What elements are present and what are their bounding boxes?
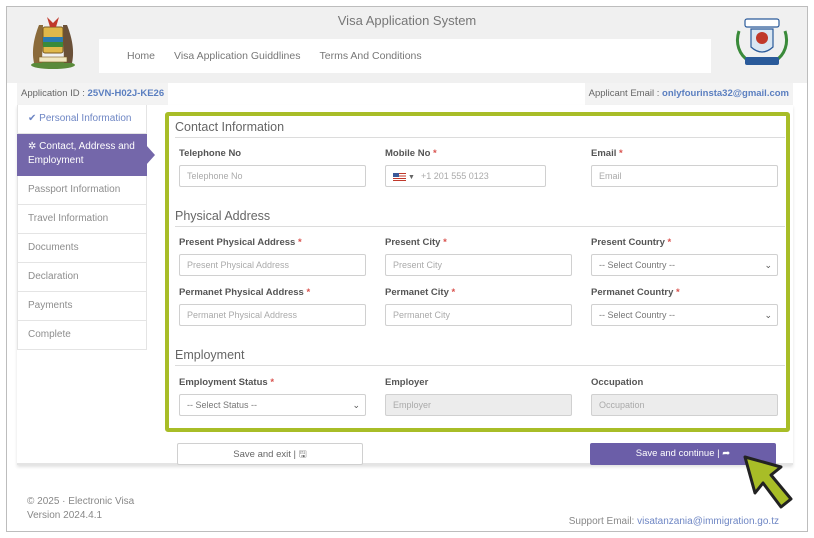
section-title-contact: Contact Information [175,120,785,138]
copyright-text: © 2025 · Electronic Visa [27,496,135,507]
sidebar-item-label: Personal Information [39,113,132,124]
section-title-employment: Employment [175,348,785,366]
application-id-label: Application ID : [21,88,85,99]
sidebar-item-complete[interactable]: Complete [17,321,147,350]
site-title: Visa Application System [337,13,477,28]
applicant-email-label: Applicant Email : [588,88,660,99]
permanent-address-label: Permanet Physical Address * [179,287,311,298]
support-email-link[interactable]: visatanzania@immigration.go.tz [637,516,779,527]
present-address-label: Present Physical Address * [179,237,302,248]
nav-terms[interactable]: Terms And Conditions [320,50,422,62]
permanent-city-input[interactable]: Permanet City [385,304,572,326]
steps-sidebar: ✔ Personal Information ✲ Contact, Addres… [17,105,155,350]
footer-copyright: © 2025 · Electronic Visa Version 2024.4.… [27,495,134,523]
employment-status-select[interactable]: -- Select Status -- ⌄ [179,394,366,416]
application-id-value: 25VN-H02J-KE26 [87,88,165,99]
arrow-pointer-icon [743,455,793,509]
application-info-bar: Application ID : 25VN-H02J-KE26 Applican… [17,83,793,105]
employer-label: Employer [385,377,429,388]
applicant-email: Applicant Email : onlyfourinsta32@gmail.… [584,83,793,105]
sidebar-item-personal-information[interactable]: ✔ Personal Information [17,105,147,134]
present-address-input[interactable]: Present Physical Address [179,254,366,276]
check-icon: ✔ [28,113,37,124]
application-id: Application ID : 25VN-H02J-KE26 [17,83,169,105]
footer-support: Support Email: visatanzania@immigration.… [569,516,779,527]
sidebar-item-payments[interactable]: Payments [17,292,147,321]
occupation-input: Occupation [591,394,778,416]
nav-home[interactable]: Home [127,50,155,62]
email-input[interactable]: Email [591,165,778,187]
sidebar-item-passport-information[interactable]: Passport Information [17,176,147,205]
present-city-input[interactable]: Present City [385,254,572,276]
mobile-input[interactable]: ▼ +1 201 555 0123 [385,165,546,187]
sidebar-item-documents[interactable]: Documents [17,234,147,263]
present-city-label: Present City * [385,237,447,248]
employment-status-label: Employment Status * [179,377,275,388]
occupation-label: Occupation [591,377,644,388]
application-card: ✔ Personal Information ✲ Contact, Addres… [17,105,793,465]
chevron-down-icon: ⌄ [352,400,360,410]
share-arrow-icon: ➦ [722,448,731,459]
support-label: Support Email: [568,516,635,527]
version-text: Version 2024.4.1 [27,510,103,521]
telephone-label: Telephone No [179,148,242,159]
telephone-input[interactable]: Telephone No [179,165,366,187]
us-flag-icon[interactable] [393,172,406,181]
permanent-country-label: Permanet Country * [591,287,680,298]
sidebar-item-travel-information[interactable]: Travel Information [17,205,147,234]
sidebar-item-contact-address-employment[interactable]: ✲ Contact, Address and Employment [17,134,155,176]
contact-form-highlight: Contact Information Telephone No Telepho… [165,112,790,432]
save-and-exit-button[interactable]: Save and exit | 🖫 [177,443,363,465]
sidebar-item-declaration[interactable]: Declaration [17,263,147,292]
present-country-select[interactable]: -- Select Country -- ⌄ [591,254,778,276]
spinner-icon: ✲ [28,141,37,152]
caret-down-icon: ▼ [408,174,415,181]
permanent-address-input[interactable]: Permanet Physical Address [179,304,366,326]
page-frame: Visa Application System Home Visa Applic… [6,6,808,532]
present-country-label: Present Country * [591,237,672,248]
header: Visa Application System Home Visa Applic… [7,7,807,83]
top-nav: Home Visa Application Guiddlines Terms A… [99,39,711,73]
mobile-label: Mobile No * [385,148,437,159]
sidebar-item-label: Contact, Address and Employment [28,141,135,166]
chevron-down-icon: ⌄ [764,310,772,320]
email-label: Email * [591,148,623,159]
section-title-physical-address: Physical Address [175,209,785,227]
chevron-down-icon: ⌄ [764,260,772,270]
applicant-email-value: onlyfourinsta32@gmail.com [662,88,789,99]
permanent-country-select[interactable]: -- Select Country -- ⌄ [591,304,778,326]
nav-guidelines[interactable]: Visa Application Guiddlines [174,50,300,62]
permanent-city-label: Permanet City * [385,287,456,298]
floppy-disk-icon: 🖫 [298,449,307,460]
employer-input: Employer [385,394,572,416]
immigration-emblem-logo [735,18,789,65]
